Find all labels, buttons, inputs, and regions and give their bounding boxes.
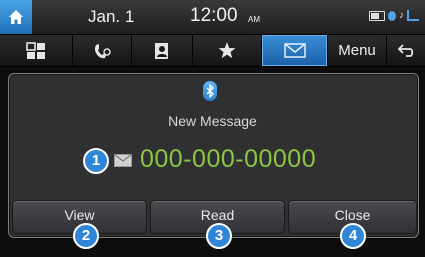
sender-phone-number: 000-000-00000 (140, 145, 317, 173)
callout-2: 2 (73, 223, 99, 249)
status-icons: ♪ (369, 10, 419, 21)
home-icon (9, 10, 23, 24)
call-history-icon (94, 43, 111, 58)
callout-1: 1 (83, 148, 109, 174)
status-bar: Jan. 1 12:00 AM ♪ (0, 0, 425, 35)
tab-contacts[interactable] (132, 35, 193, 66)
back-button[interactable] (387, 35, 425, 66)
tab-call-history[interactable] (73, 35, 132, 66)
battery-icon (369, 10, 385, 21)
dialpad-icon (26, 41, 45, 59)
menu-button[interactable]: Menu (328, 35, 387, 66)
head-unit-screen: Jan. 1 12:00 AM ♪ Menu New Message 000-0… (0, 0, 425, 257)
bluetooth-icon (203, 81, 217, 101)
tab-messages[interactable] (262, 35, 328, 66)
callout-4: 4 (340, 223, 366, 249)
star-icon (218, 42, 236, 59)
bluetooth-status-icon (388, 10, 396, 21)
music-note-icon: ♪ (399, 9, 404, 21)
message-envelope-icon (114, 154, 132, 167)
callout-3: 3 (206, 223, 232, 249)
envelope-icon (283, 43, 306, 58)
tab-dialpad[interactable] (0, 35, 73, 66)
clock-display: 12:00 (190, 5, 238, 26)
tab-favorites[interactable] (193, 35, 262, 66)
signal-icon (407, 10, 419, 21)
back-arrow-icon (397, 43, 414, 57)
home-button[interactable] (0, 0, 32, 34)
date-display: Jan. 1 (88, 7, 135, 26)
ampm-indicator: AM (248, 15, 260, 24)
menu-label: Menu (338, 42, 376, 59)
contacts-icon (155, 42, 168, 59)
popup-title: New Message (168, 113, 257, 129)
toolbar: Menu (0, 35, 425, 67)
